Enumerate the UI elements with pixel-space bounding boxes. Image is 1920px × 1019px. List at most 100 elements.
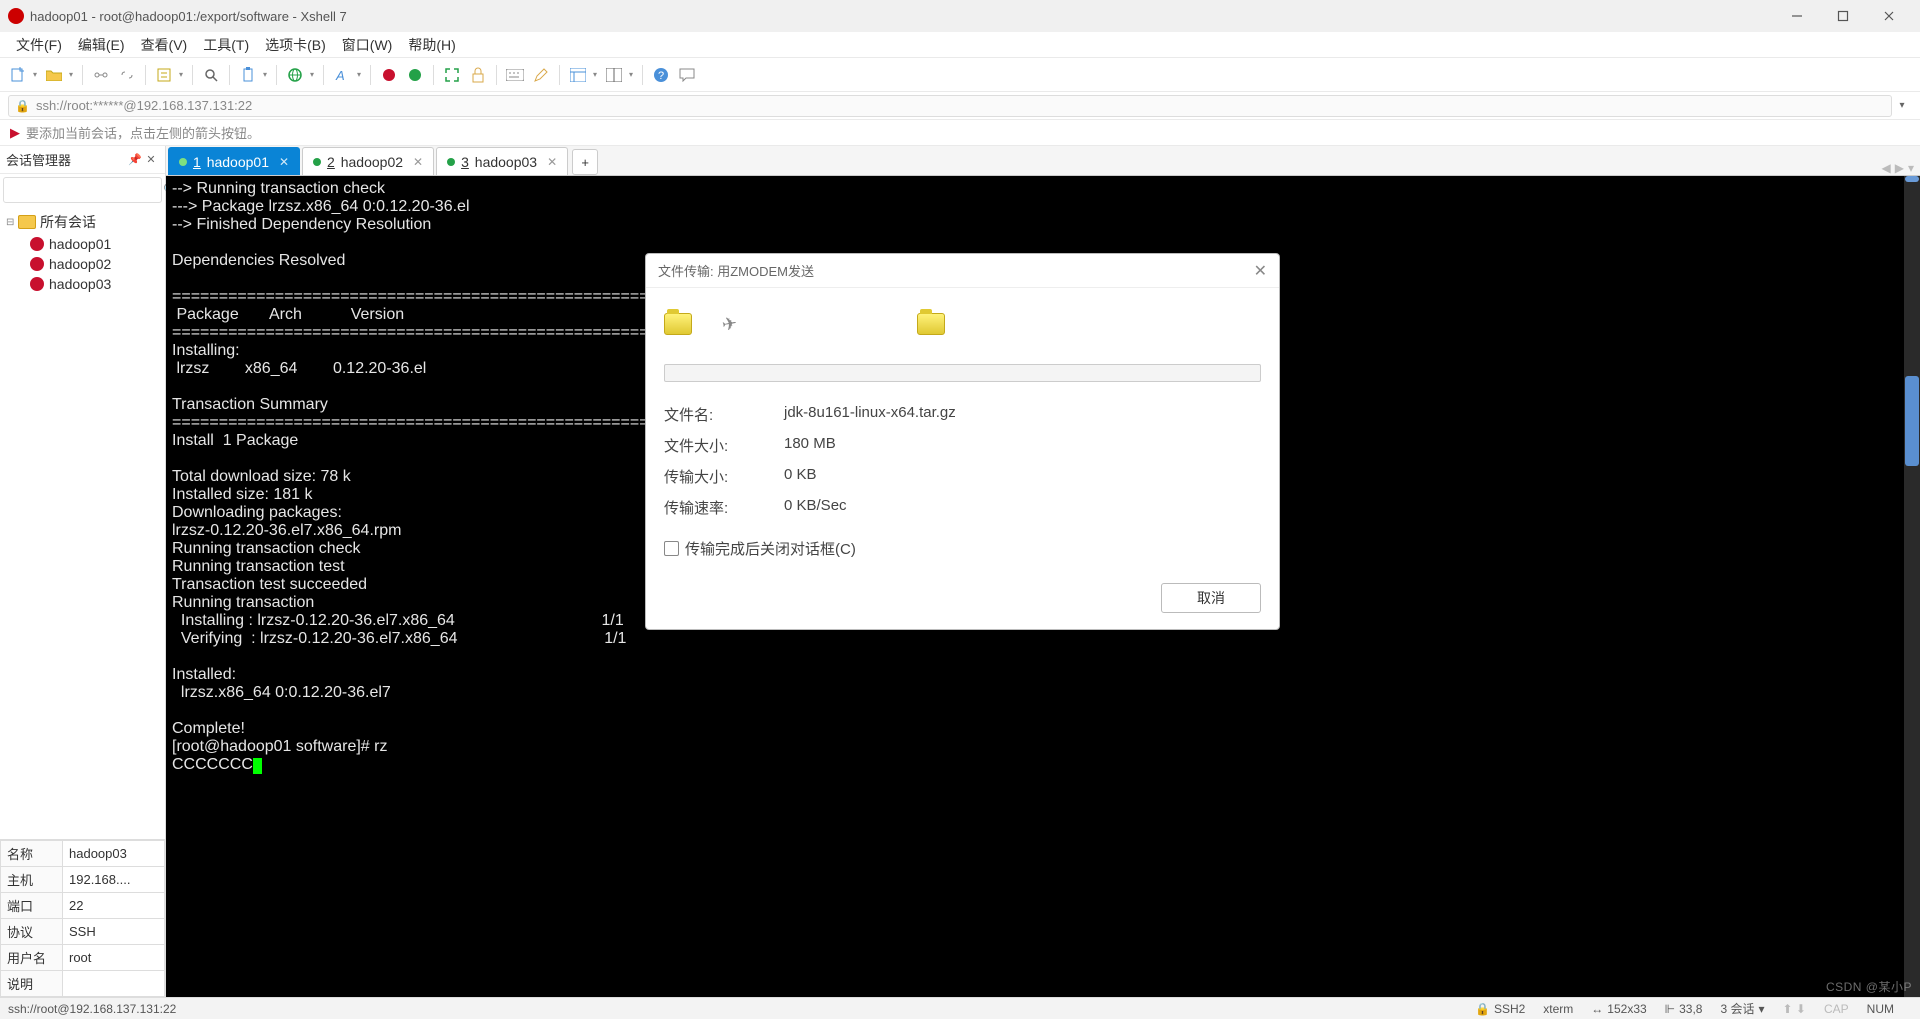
new-session-dropdown[interactable]: ▾ [30,70,40,79]
session-manager-title: 会话管理器 [6,150,127,169]
tab-add-button[interactable]: + [572,149,598,175]
svg-text:A: A [335,68,345,83]
open-dropdown[interactable]: ▾ [66,70,76,79]
status-connection: ssh://root@192.168.137.131:22 [8,1002,176,1016]
progress-bar [664,364,1261,382]
prop-row: 说明 [1,971,165,997]
tab-hadoop02[interactable]: 2 hadoop02✕ [302,147,434,175]
address-bar: 🔒 ssh://root:******@192.168.137.131:22 ▾ [0,92,1920,120]
watermark: CSDN @某小P [1826,978,1912,995]
pin-button[interactable]: 📌 [127,153,143,166]
new-session-button[interactable] [6,63,30,87]
tab-hadoop03[interactable]: 3 hadoop03✕ [436,147,568,175]
tree-item-hadoop01[interactable]: hadoop01 [2,234,163,254]
panel-close-button[interactable]: ✕ [143,153,159,166]
menu-tab[interactable]: 选项卡(B) [257,33,334,57]
status-term-type: xterm [1543,1002,1573,1016]
file-transfer-dialog: 文件传输: 用ZMODEM发送 ✕ ✈ 文件名:jdk-8u161-linux-… [645,253,1280,630]
tab-nav: ◀ ▶ ▾ [1882,161,1920,175]
cancel-button[interactable]: 取消 [1161,583,1261,613]
tab-hadoop01[interactable]: 1 hadoop01✕ [168,147,300,175]
tree-root[interactable]: ⊟ 所有会话 [2,210,163,234]
tree-root-label: 所有会话 [40,212,96,232]
close-after-checkbox[interactable]: 传输完成后关闭对话框(C) [664,538,1261,559]
layout-button[interactable] [602,63,626,87]
lock-button[interactable] [466,63,490,87]
tab-next-button[interactable]: ▶ [1895,161,1904,175]
label-rate: 传输速率: [664,497,784,518]
copy-dropdown[interactable]: ▾ [260,70,270,79]
xshell-button[interactable] [377,63,401,87]
feedback-button[interactable] [675,63,699,87]
tab-status-icon [179,158,187,166]
layout-dropdown[interactable]: ▾ [626,70,636,79]
status-sessions[interactable]: 3 会话 ▾ [1720,1000,1764,1017]
tree-item-hadoop02[interactable]: hadoop02 [2,254,163,274]
properties-button[interactable] [152,63,176,87]
encoding-button[interactable] [283,63,307,87]
find-button[interactable] [199,63,223,87]
session-properties: 名称hadoop03 主机192.168.... 端口22 协议SSH 用户名r… [0,839,165,997]
help-button[interactable]: ? [649,63,673,87]
address-dropdown[interactable]: ▾ [1892,100,1912,111]
prop-row: 用户名root [1,945,165,971]
highlight-button[interactable] [529,63,553,87]
lock-icon: 🔒 [1475,1002,1490,1016]
disconnect-button[interactable] [115,63,139,87]
tab-list-button[interactable]: ▾ [1908,161,1914,175]
properties-dropdown[interactable]: ▾ [176,70,186,79]
sessions-panel-dropdown[interactable]: ▾ [590,70,600,79]
value-transferred: 0 KB [784,466,1261,487]
close-button[interactable] [1866,0,1912,32]
checkbox-icon[interactable] [664,541,679,556]
minimize-button[interactable] [1774,0,1820,32]
font-button[interactable]: A [330,63,354,87]
open-button[interactable] [42,63,66,87]
app-logo-icon [8,8,24,24]
address-input[interactable]: 🔒 ssh://root:******@192.168.137.131:22 [8,95,1892,117]
keyboard-button[interactable] [503,63,527,87]
terminal-scrollbar[interactable] [1904,176,1920,997]
transfer-animation: ✈ [664,304,1261,344]
session-manager-panel: 会话管理器 📌 ✕ 🔍 ⊟ 所有会话 hadoop01 hadoop02 had… [0,146,166,997]
hint-text: 要添加当前会话，点击左侧的箭头按钮。 [26,123,260,142]
label-transferred: 传输大小: [664,466,784,487]
session-icon [30,257,44,271]
label-filesize: 文件大小: [664,435,784,456]
session-search-input[interactable] [8,183,163,197]
tab-close-button[interactable]: ✕ [279,155,289,169]
status-cursor-pos: ⊩ 33,8 [1665,1002,1703,1016]
tree-item-hadoop03[interactable]: hadoop03 [2,274,163,294]
prop-row: 端口22 [1,893,165,919]
dialog-close-button[interactable]: ✕ [1254,261,1267,281]
menu-edit[interactable]: 编辑(E) [70,33,133,57]
fullscreen-button[interactable] [440,63,464,87]
status-num: NUM [1867,1002,1894,1016]
xftp-button[interactable] [403,63,427,87]
reconnect-button[interactable] [89,63,113,87]
font-dropdown[interactable]: ▾ [354,70,364,79]
sessions-panel-button[interactable] [566,63,590,87]
label-filename: 文件名: [664,404,784,425]
menu-window[interactable]: 窗口(W) [334,33,401,57]
dialog-titlebar[interactable]: 文件传输: 用ZMODEM发送 ✕ [646,254,1279,288]
copy-button[interactable] [236,63,260,87]
terminal-cursor [253,758,262,774]
tab-prev-button[interactable]: ◀ [1882,161,1891,175]
prop-row: 主机192.168.... [1,867,165,893]
menu-view[interactable]: 查看(V) [133,33,196,57]
hint-bar: ▶ 要添加当前会话，点击左侧的箭头按钮。 [0,120,1920,146]
maximize-button[interactable] [1820,0,1866,32]
session-tree[interactable]: ⊟ 所有会话 hadoop01 hadoop02 hadoop03 [0,206,165,839]
tab-bar: 1 hadoop01✕ 2 hadoop02✕ 3 hadoop03✕ + ◀ … [166,146,1920,176]
menu-file[interactable]: 文件(F) [8,33,70,57]
tree-collapse-icon[interactable]: ⊟ [6,217,18,228]
encoding-dropdown[interactable]: ▾ [307,70,317,79]
hint-flag-icon: ▶ [10,125,20,141]
tab-close-button[interactable]: ✕ [547,155,557,169]
menu-help[interactable]: 帮助(H) [400,33,463,57]
status-term-size: ↔ 152x33 [1591,1002,1646,1016]
tab-close-button[interactable]: ✕ [413,155,423,169]
session-search[interactable]: 🔍 [3,177,162,203]
menu-tools[interactable]: 工具(T) [195,33,257,57]
